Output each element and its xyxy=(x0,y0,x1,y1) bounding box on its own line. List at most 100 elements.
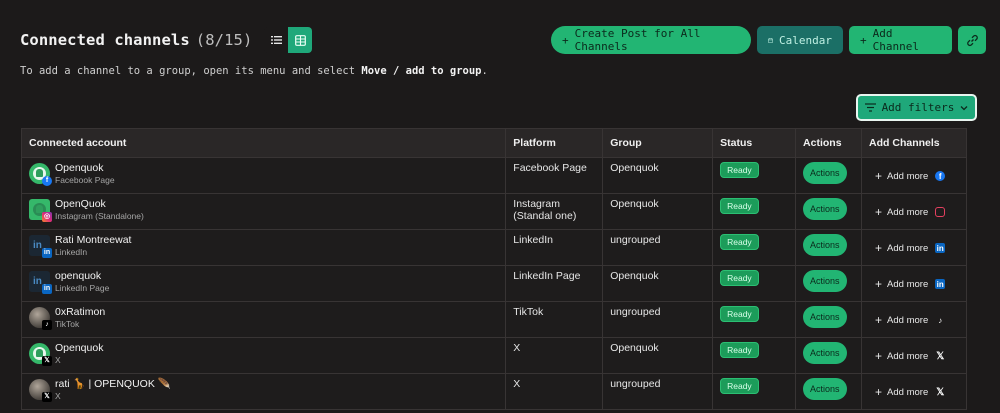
share-link-button[interactable] xyxy=(958,26,986,54)
table-row: in in openquok LinkedIn Page LinkedIn Page… xyxy=(20,265,967,302)
column-header: Status xyxy=(712,128,797,158)
platform-cell: X xyxy=(505,337,604,374)
calendar-icon xyxy=(768,37,773,43)
avatar: 𝕏 xyxy=(29,343,52,366)
account-name: Openquok xyxy=(55,342,104,354)
header-actions: + Create Post for All Channels Calendar … xyxy=(551,26,986,54)
table-row: f Openquok Facebook Page Facebook Page Op… xyxy=(20,157,967,194)
x-icon: 𝕏 xyxy=(936,350,945,362)
view-toggle xyxy=(264,27,313,53)
list-view-button[interactable] xyxy=(264,27,289,53)
add-filters-button[interactable]: Add filters xyxy=(856,94,977,121)
channel-count: (8/15) xyxy=(195,31,253,49)
avatar: ◎ xyxy=(29,199,52,222)
actions-button[interactable]: Actions xyxy=(803,378,847,400)
plus-icon: + xyxy=(562,33,569,47)
account-type: LinkedIn Page xyxy=(55,283,110,293)
account-name: Rati Montreewat xyxy=(55,234,132,246)
platform-cell: LinkedIn xyxy=(505,229,604,266)
group-cell: Openquok xyxy=(602,193,714,230)
facebook-icon: f xyxy=(42,176,52,186)
status-badge: Ready xyxy=(720,234,759,250)
add-more-button[interactable]: + Add more 𝕏 xyxy=(875,385,959,399)
actions-button[interactable]: Actions xyxy=(803,234,847,256)
link-icon xyxy=(966,34,978,46)
status-badge: Ready xyxy=(720,306,759,322)
add-more-button[interactable]: + Add more in xyxy=(875,241,959,255)
avatar: f xyxy=(29,163,52,186)
group-hint-text: To add a channel to a group, open its me… xyxy=(20,65,488,77)
add-more-button[interactable]: + Add more f xyxy=(875,169,959,183)
plus-icon: + xyxy=(875,385,883,399)
avatar: ♪ xyxy=(29,307,52,330)
platform-cell: X xyxy=(505,373,604,410)
status-badge: Ready xyxy=(720,162,759,178)
channels-table: Connected account Platform Group Status … xyxy=(20,128,967,410)
plus-icon: + xyxy=(875,205,883,219)
group-cell: ungrouped xyxy=(602,373,714,410)
tiktok-icon: ♪ xyxy=(938,315,943,325)
column-header: Platform xyxy=(505,128,604,158)
list-icon xyxy=(270,36,282,44)
table-row: 𝕏 rati 🦒 | OPENQUOK 🪶 X X ungrouped Ready… xyxy=(20,373,967,410)
add-more-button[interactable]: + Add more 𝕏 xyxy=(875,349,959,363)
column-header: Actions xyxy=(795,128,863,158)
table-row: ♪ 0xRatimon TikTok TikTok ungrouped Ready… xyxy=(20,301,967,338)
account-type: LinkedIn xyxy=(55,247,88,257)
actions-button[interactable]: Actions xyxy=(803,342,847,364)
table-icon xyxy=(294,34,306,46)
plus-icon: + xyxy=(875,241,883,255)
account-type: TikTok xyxy=(55,319,80,329)
group-cell: Openquok xyxy=(602,337,714,374)
add-more-button[interactable]: + Add more xyxy=(875,205,959,219)
status-badge: Ready xyxy=(720,378,759,394)
plus-icon: + xyxy=(875,313,883,327)
add-more-button[interactable]: + Add more in xyxy=(875,277,959,291)
platform-cell: TikTok xyxy=(505,301,604,338)
page-header: Connected channels (8/15) + Create Post f… xyxy=(20,25,986,55)
group-cell: ungrouped xyxy=(602,301,714,338)
plus-icon: + xyxy=(875,169,883,183)
x-icon: 𝕏 xyxy=(42,392,52,402)
actions-button[interactable]: Actions xyxy=(803,270,847,292)
instagram-icon xyxy=(935,207,946,217)
x-icon: 𝕏 xyxy=(936,386,945,398)
chevron-down-icon xyxy=(960,105,968,110)
instagram-icon: ◎ xyxy=(42,212,52,222)
status-badge: Ready xyxy=(720,198,759,214)
plus-icon: + xyxy=(875,277,883,291)
group-cell: ungrouped xyxy=(602,229,714,266)
table-view-button[interactable] xyxy=(288,27,313,53)
add-channel-button[interactable]: + Add Channel xyxy=(849,26,952,54)
linkedin-icon: in xyxy=(42,248,52,258)
avatar: in in xyxy=(29,235,52,258)
platform-cell: LinkedIn Page xyxy=(505,265,604,302)
account-name: openquok xyxy=(55,270,102,282)
add-more-button[interactable]: + Add more ♪ xyxy=(875,313,959,327)
column-header: Connected account xyxy=(20,128,507,158)
actions-button[interactable]: Actions xyxy=(803,306,847,328)
create-post-all-button[interactable]: + Create Post for All Channels xyxy=(551,26,751,54)
column-header: Group xyxy=(602,128,714,158)
plus-icon: + xyxy=(875,349,883,363)
column-header: Add Channels xyxy=(861,128,967,158)
account-type: Facebook Page xyxy=(55,175,115,185)
plus-icon: + xyxy=(860,33,867,47)
group-cell: Openquok xyxy=(602,157,714,194)
table-header-row: Connected account Platform Group Status … xyxy=(20,128,967,158)
linkedin-icon: in xyxy=(935,243,946,253)
avatar: 𝕏 xyxy=(29,379,52,402)
account-name: Openquok xyxy=(55,162,104,174)
account-name: rati 🦒 | OPENQUOK 🪶 xyxy=(55,378,171,390)
avatar: in in xyxy=(29,271,52,294)
account-name: 0xRatimon xyxy=(55,306,106,318)
group-cell: Openquok xyxy=(602,265,714,302)
actions-button[interactable]: Actions xyxy=(803,198,847,220)
linkedin-icon: in xyxy=(935,279,946,289)
account-name: OpenQuok xyxy=(55,198,106,210)
actions-button[interactable]: Actions xyxy=(803,162,847,184)
facebook-icon: f xyxy=(935,171,946,181)
calendar-button[interactable]: Calendar xyxy=(757,26,843,54)
filter-icon xyxy=(864,103,876,112)
x-icon: 𝕏 xyxy=(42,356,52,366)
